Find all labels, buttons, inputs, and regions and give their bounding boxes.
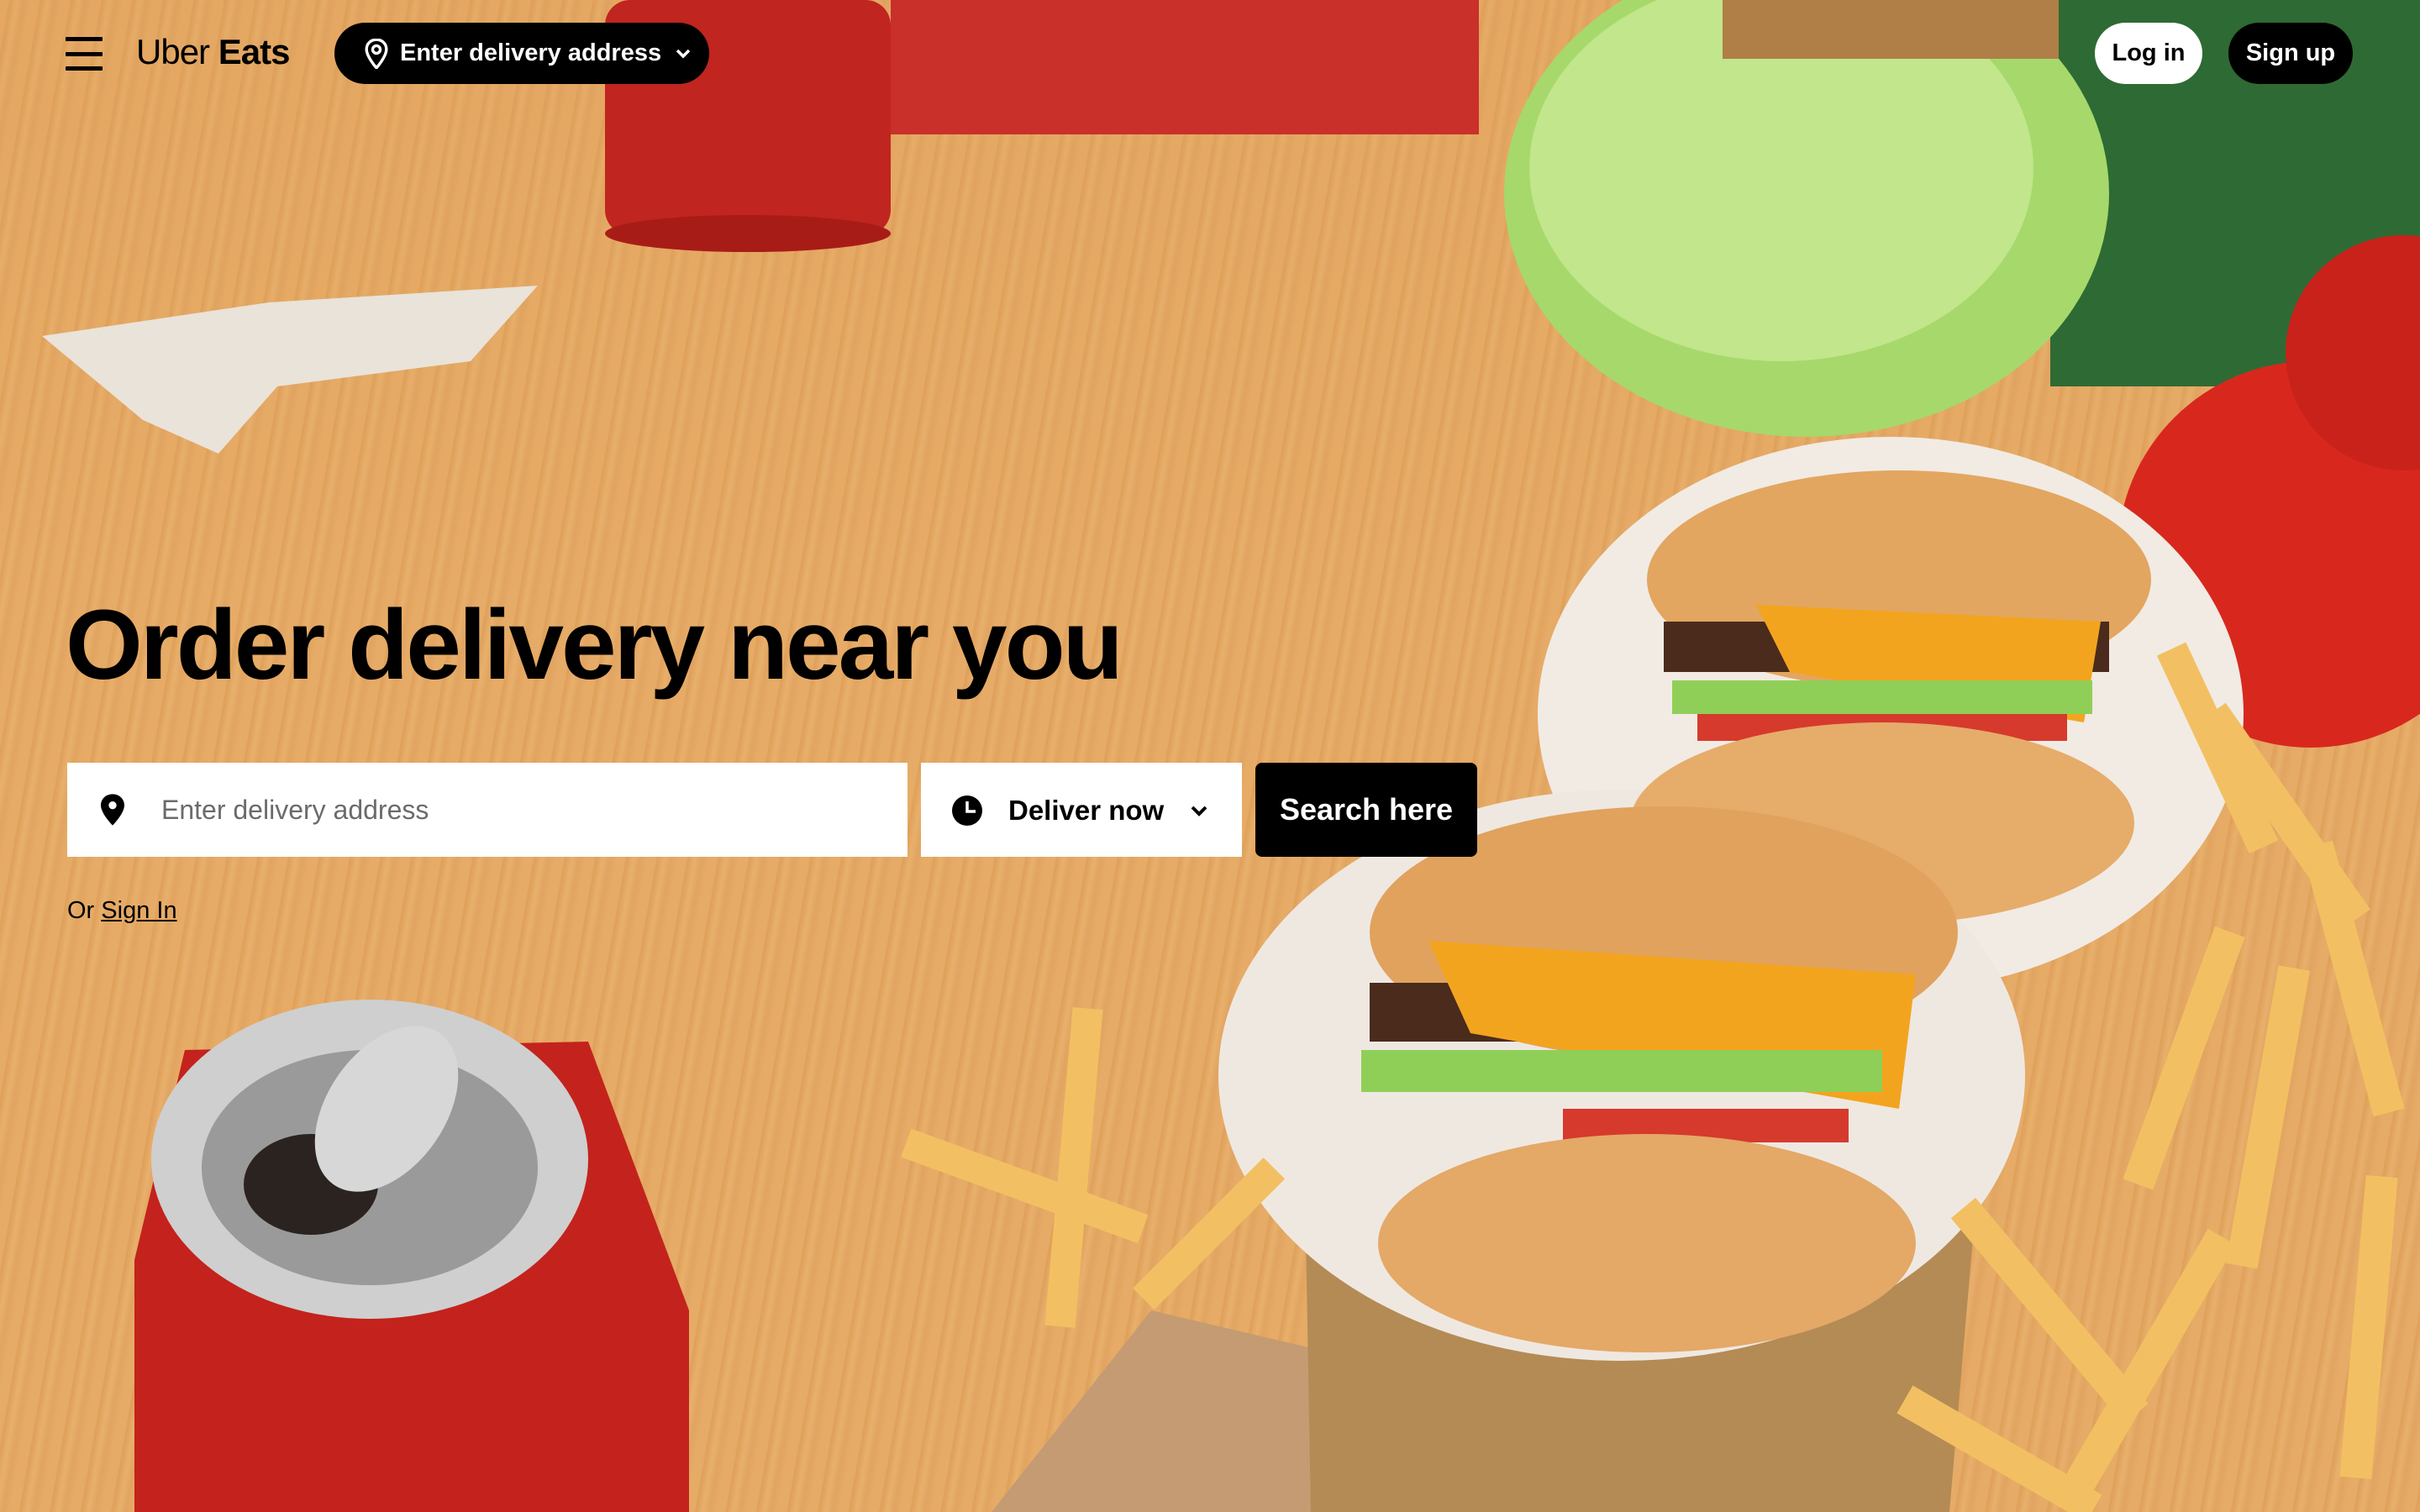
menu-line xyxy=(66,51,103,56)
location-pin-icon xyxy=(101,794,124,826)
sign-in-link[interactable]: Sign In xyxy=(101,897,176,924)
or-text: Or xyxy=(67,897,95,924)
location-pin-icon xyxy=(365,38,388,69)
chevron-down-icon xyxy=(676,49,691,58)
or-sign-in-row: Or Sign In xyxy=(67,897,177,925)
clock-icon xyxy=(952,795,982,826)
menu-line xyxy=(66,66,103,71)
menu-line xyxy=(66,37,103,41)
address-pill-label: Enter delivery address xyxy=(400,39,662,66)
uber-eats-logo[interactable]: Uber Eats xyxy=(136,32,291,72)
hamburger-menu-icon[interactable] xyxy=(66,37,103,71)
login-button[interactable]: Log in xyxy=(2095,23,2202,84)
delivery-time-label: Deliver now xyxy=(1008,795,1165,826)
logo-eats-text: Eats xyxy=(218,32,291,71)
chevron-down-icon xyxy=(1191,806,1207,816)
top-nav: Uber Eats Enter delivery address Log in … xyxy=(0,0,2420,108)
search-button[interactable]: Search here xyxy=(1255,763,1477,857)
signup-button[interactable]: Sign up xyxy=(2228,23,2353,84)
page-title: Order delivery near you xyxy=(66,590,1123,701)
delivery-address-input[interactable] xyxy=(161,763,884,857)
delivery-time-select[interactable]: Deliver now xyxy=(921,763,1242,857)
address-search-box[interactable] xyxy=(67,763,908,857)
delivery-address-pill[interactable]: Enter delivery address xyxy=(334,23,709,84)
food-scene-illustration xyxy=(42,0,2420,1512)
logo-uber-text: Uber xyxy=(136,32,210,71)
hero-background-image xyxy=(0,0,2420,1512)
